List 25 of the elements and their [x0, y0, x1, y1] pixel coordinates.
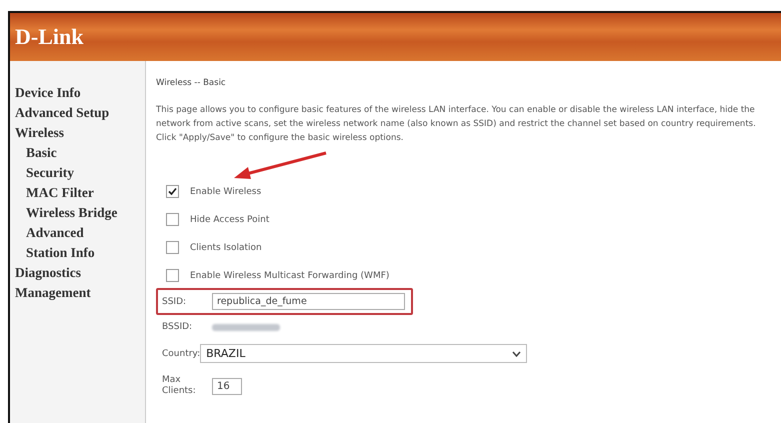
ssid-field[interactable]: republica_de_fume	[212, 293, 405, 310]
nav-link[interactable]: Basic	[15, 143, 145, 162]
field-label: SSID:	[162, 296, 188, 306]
description-text: This page allows you to configure basic features of the wireless LAN interface. You can enable or disable the wireless LAN interface, hide the network from active scans, set the wireless network name (also known as SSID) and restrict the channel set based on country requirements.	[156, 104, 757, 131]
nav-link[interactable]: Security	[15, 163, 145, 182]
checkbox-label: Enable Wireless	[190, 186, 262, 196]
country-dropdown[interactable]: BRAZIL	[200, 344, 528, 363]
logo: D-Link	[15, 24, 84, 50]
nav-link[interactable]: Device Info	[15, 83, 145, 102]
nav-link[interactable]: Advanced Setup	[15, 103, 145, 122]
nav-link[interactable]: Station Info	[15, 243, 145, 262]
checkbox-label: Hide Access Point	[190, 214, 270, 224]
nav-link[interactable]: Diagnostics	[15, 263, 145, 282]
max-clients-field[interactable]: 16	[212, 378, 242, 394]
nav-link[interactable]: MAC Filter	[15, 183, 145, 202]
page-title: Wireless -- Basic	[156, 78, 227, 88]
nav-link[interactable]: Management	[15, 283, 145, 302]
checkbox-label: Clients Isolation	[190, 242, 262, 252]
nav-link[interactable]: Wireless	[15, 123, 145, 142]
instruction-text: Click "Apply/Save" to configure the basic wireless options.	[156, 132, 405, 145]
nav-link[interactable]: Advanced	[15, 223, 145, 242]
field-label: Country:	[162, 348, 200, 358]
checkbox-label: Enable Wireless Multicast Forwarding (WMF)	[190, 270, 390, 280]
nav-link[interactable]: Wireless Bridge	[15, 203, 145, 222]
field-label: BSSID:	[162, 322, 194, 332]
